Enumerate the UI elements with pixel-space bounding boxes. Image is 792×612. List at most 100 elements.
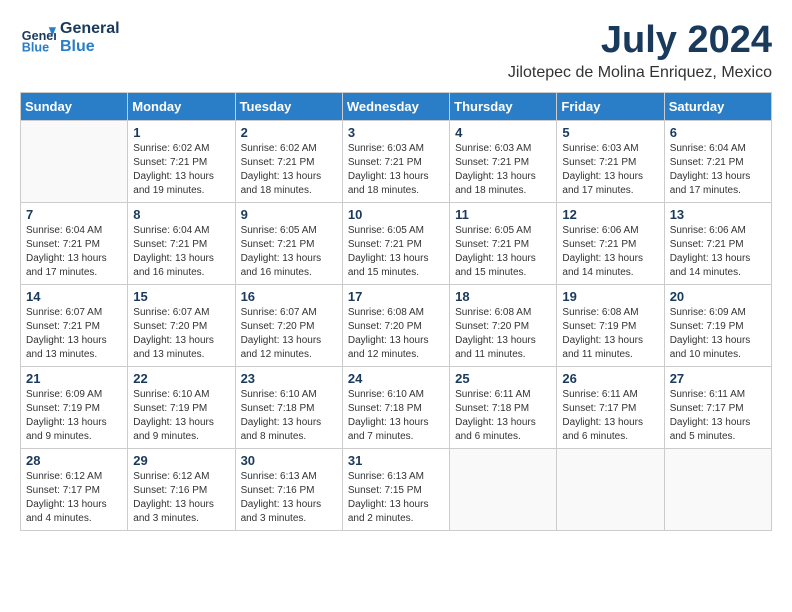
daylight-text: Daylight: 13 hoursand 6 minutes. [562,416,658,444]
day-number: 13 [670,207,766,222]
weekday-header: Saturday [664,92,771,120]
month-title: July 2024 [508,20,772,62]
weekday-header: Monday [128,92,235,120]
daylight-text: Daylight: 13 hoursand 7 minutes. [348,416,444,444]
daylight-text: Daylight: 13 hoursand 19 minutes. [133,170,229,198]
logo: General Blue General Blue [20,20,120,56]
calendar-cell: 30Sunrise: 6:13 AMSunset: 7:16 PMDayligh… [235,448,342,530]
daylight-text: Daylight: 13 hoursand 9 minutes. [26,416,122,444]
calendar-cell [557,448,664,530]
sunset-text: Sunset: 7:18 PM [348,402,444,416]
calendar-cell: 16Sunrise: 6:07 AMSunset: 7:20 PMDayligh… [235,284,342,366]
day-number: 16 [241,289,337,304]
sunrise-text: Sunrise: 6:05 AM [241,224,337,238]
daylight-text: Daylight: 13 hoursand 16 minutes. [133,252,229,280]
title-block: July 2024 Jilotepec de Molina Enriquez, … [508,20,772,82]
calendar-week-row: 1Sunrise: 6:02 AMSunset: 7:21 PMDaylight… [21,120,772,202]
cell-info: Sunrise: 6:09 AMSunset: 7:19 PMDaylight:… [26,388,122,444]
weekday-header: Sunday [21,92,128,120]
calendar-cell: 5 Sunrise: 6:03 AMSunset: 7:21 PMDaylight… [557,120,664,202]
day-number: 17 [348,289,444,304]
sunset-text: Sunset: 7:19 PM [670,320,766,334]
sunset-text: Sunset: 7:19 PM [26,402,122,416]
day-number: 4 [455,125,551,140]
daylight-text: Daylight: 13 hoursand 11 minutes. [562,334,658,362]
daylight-text: Daylight: 13 hoursand 13 minutes. [133,334,229,362]
calendar-cell: 1Sunrise: 6:02 AMSunset: 7:21 PMDaylight… [128,120,235,202]
sunrise-text: Sunrise: 6:12 AM [26,470,122,484]
cell-info: Sunrise: 6:05 AMSunset: 7:21 PMDaylight:… [455,224,551,280]
daylight-text: Daylight: 13 hoursand 16 minutes. [241,252,337,280]
sunset-text: Sunset: 7:18 PM [455,402,551,416]
calendar-cell: 29 Sunrise: 6:12 AMSunset: 7:16 PMDayligh… [128,448,235,530]
sunrise-text: Sunrise: 6:04 AM [670,142,766,156]
day-number: 7 [26,207,122,222]
cell-info: Sunrise: 6:05 AMSunset: 7:21 PMDaylight:… [348,224,444,280]
daylight-text: Daylight: 13 hoursand 18 minutes. [348,170,444,198]
cell-info: Sunrise: 6:12 AMSunset: 7:16 PMDaylight:… [133,470,229,526]
daylight-text: Daylight: 13 hoursand 17 minutes. [26,252,122,280]
sunrise-text: Sunrise: 6:06 AM [562,224,658,238]
sunrise-text: Sunrise: 6:03 AM [562,142,658,156]
calendar-cell: 10Sunrise: 6:05 AMSunset: 7:21 PMDayligh… [342,202,449,284]
calendar-cell: 20Sunrise: 6:09 AMSunset: 7:19 PMDayligh… [664,284,771,366]
sunset-text: Sunset: 7:21 PM [348,156,444,170]
calendar-header-row: SundayMondayTuesdayWednesdayThursdayFrid… [21,92,772,120]
day-number: 1 [133,125,229,140]
day-number: 27 [670,371,766,386]
sunrise-text: Sunrise: 6:10 AM [133,388,229,402]
day-number: 19 [562,289,658,304]
day-number: 23 [241,371,337,386]
sunrise-text: Sunrise: 6:03 AM [348,142,444,156]
sunset-text: Sunset: 7:21 PM [26,320,122,334]
daylight-text: Daylight: 13 hoursand 11 minutes. [455,334,551,362]
cell-info: Sunrise: 6:06 AMSunset: 7:21 PMDaylight:… [562,224,658,280]
day-number: 6 [670,125,766,140]
cell-info: Sunrise: 6:13 AMSunset: 7:15 PMDaylight:… [348,470,444,526]
calendar-cell: 24Sunrise: 6:10 AMSunset: 7:18 PMDayligh… [342,366,449,448]
day-number: 14 [26,289,122,304]
svg-text:Blue: Blue [22,41,49,55]
day-number: 5 [562,125,658,140]
day-number: 22 [133,371,229,386]
calendar-cell [21,120,128,202]
daylight-text: Daylight: 13 hoursand 18 minutes. [455,170,551,198]
day-number: 12 [562,207,658,222]
day-number: 29 [133,453,229,468]
sunset-text: Sunset: 7:18 PM [241,402,337,416]
logo-text: General Blue [60,20,120,55]
calendar-cell: 2Sunrise: 6:02 AMSunset: 7:21 PMDaylight… [235,120,342,202]
calendar-table: SundayMondayTuesdayWednesdayThursdayFrid… [20,92,772,531]
daylight-text: Daylight: 13 hoursand 9 minutes. [133,416,229,444]
daylight-text: Daylight: 13 hoursand 12 minutes. [348,334,444,362]
sunset-text: Sunset: 7:21 PM [562,156,658,170]
cell-info: Sunrise: 6:11 AMSunset: 7:17 PMDaylight:… [562,388,658,444]
day-number: 28 [26,453,122,468]
daylight-text: Daylight: 13 hoursand 17 minutes. [562,170,658,198]
sunset-text: Sunset: 7:21 PM [133,156,229,170]
calendar-cell: 26Sunrise: 6:11 AMSunset: 7:17 PMDayligh… [557,366,664,448]
sunrise-text: Sunrise: 6:04 AM [133,224,229,238]
daylight-text: Daylight: 13 hoursand 15 minutes. [455,252,551,280]
calendar-cell: 15Sunrise: 6:07 AMSunset: 7:20 PMDayligh… [128,284,235,366]
cell-info: Sunrise: 6:09 AMSunset: 7:19 PMDaylight:… [670,306,766,362]
sunrise-text: Sunrise: 6:02 AM [241,142,337,156]
cell-info: Sunrise: 6:03 AMSunset: 7:21 PMDaylight:… [455,142,551,198]
sunrise-text: Sunrise: 6:08 AM [348,306,444,320]
calendar-cell: 12 Sunrise: 6:06 AMSunset: 7:21 PMDayligh… [557,202,664,284]
cell-info: Sunrise: 6:07 AMSunset: 7:21 PMDaylight:… [26,306,122,362]
sunset-text: Sunset: 7:15 PM [348,484,444,498]
weekday-header: Tuesday [235,92,342,120]
calendar-week-row: 28Sunrise: 6:12 AMSunset: 7:17 PMDayligh… [21,448,772,530]
sunset-text: Sunset: 7:21 PM [241,156,337,170]
calendar-week-row: 14 Sunrise: 6:07 AMSunset: 7:21 PMDayligh… [21,284,772,366]
cell-info: Sunrise: 6:11 AMSunset: 7:18 PMDaylight:… [455,388,551,444]
calendar-cell: 31Sunrise: 6:13 AMSunset: 7:15 PMDayligh… [342,448,449,530]
day-number: 24 [348,371,444,386]
day-number: 15 [133,289,229,304]
cell-info: Sunrise: 6:04 AMSunset: 7:21 PMDaylight:… [133,224,229,280]
calendar-cell: 21Sunrise: 6:09 AMSunset: 7:19 PMDayligh… [21,366,128,448]
sunrise-text: Sunrise: 6:13 AM [348,470,444,484]
sunrise-text: Sunrise: 6:11 AM [670,388,766,402]
calendar-cell: 22Sunrise: 6:10 AMSunset: 7:19 PMDayligh… [128,366,235,448]
